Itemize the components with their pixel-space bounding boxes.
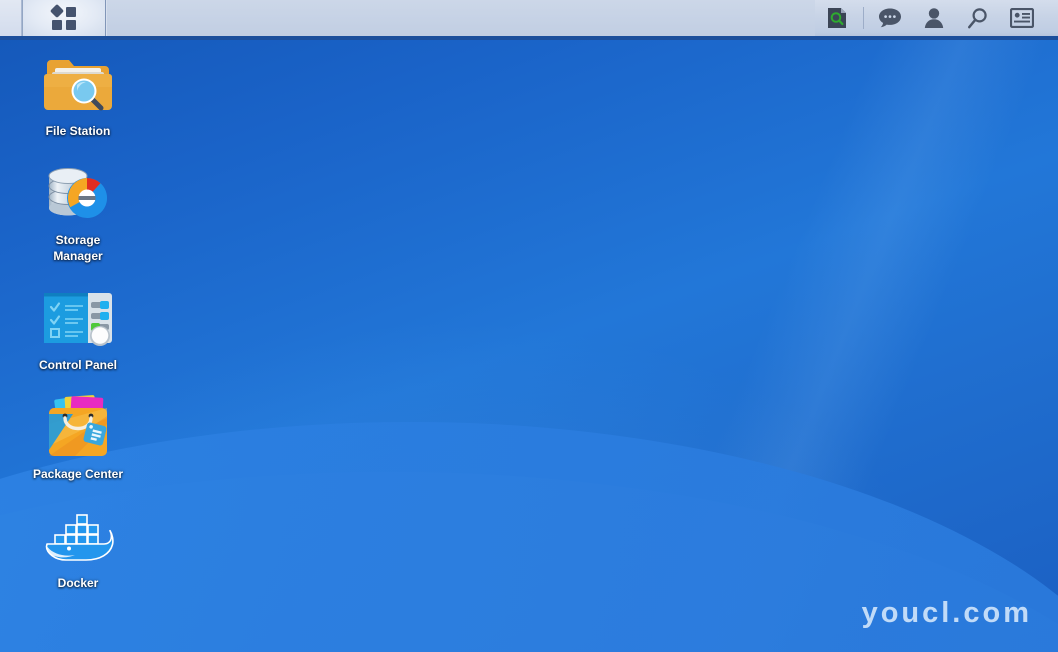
- tray-separator: [863, 7, 864, 29]
- wallpaper-glow: [120, 120, 1058, 652]
- watermark: youcl.com: [861, 597, 1032, 629]
- chat-button[interactable]: [868, 0, 912, 36]
- wallpaper-streak: [324, 0, 1058, 652]
- taskbar-left-edge: [0, 0, 22, 36]
- widget-icon: [1010, 8, 1034, 28]
- desktop-icon-file-station[interactable]: File Station: [8, 48, 148, 139]
- disk-chart-icon: [42, 157, 114, 229]
- shopping-bag-icon: [42, 391, 114, 463]
- chat-icon: [878, 7, 902, 29]
- search-button[interactable]: [956, 0, 1000, 36]
- file-indexing-icon: [826, 7, 848, 29]
- whale-icon: [42, 500, 114, 572]
- taskbar: [0, 0, 1058, 40]
- folder-search-icon: [42, 48, 114, 120]
- desktop-icon-label: Storage Manager: [53, 233, 103, 263]
- desktop-icon-list: File Station Storage Manager Control Pan…: [0, 48, 160, 609]
- desktop-icon-label: Control Panel: [38, 358, 117, 372]
- widget-button[interactable]: [1000, 0, 1044, 36]
- desktop-icon-label: File Station: [45, 124, 111, 138]
- system-tray: [815, 0, 1058, 36]
- desktop-icon-label: Package Center: [32, 467, 124, 481]
- desktop-icon-storage-manager[interactable]: Storage Manager: [8, 157, 148, 264]
- desktop-icon-control-panel[interactable]: Control Panel: [8, 282, 148, 373]
- desktop-icon-label: Docker: [57, 576, 99, 590]
- file-indexing-button[interactable]: [815, 0, 859, 36]
- taskbar-empty-area: [106, 0, 815, 36]
- desktop-icon-docker[interactable]: Docker: [8, 500, 148, 591]
- user-button[interactable]: [912, 0, 956, 36]
- desktop-screen: File Station Storage Manager Control Pan…: [0, 0, 1058, 652]
- sliders-knob-icon: [42, 282, 114, 354]
- main-menu-button[interactable]: [22, 0, 106, 36]
- desktop-icon-package-center[interactable]: Package Center: [8, 391, 148, 482]
- user-icon: [924, 7, 944, 29]
- search-icon: [967, 7, 989, 29]
- grid-icon: [49, 3, 76, 30]
